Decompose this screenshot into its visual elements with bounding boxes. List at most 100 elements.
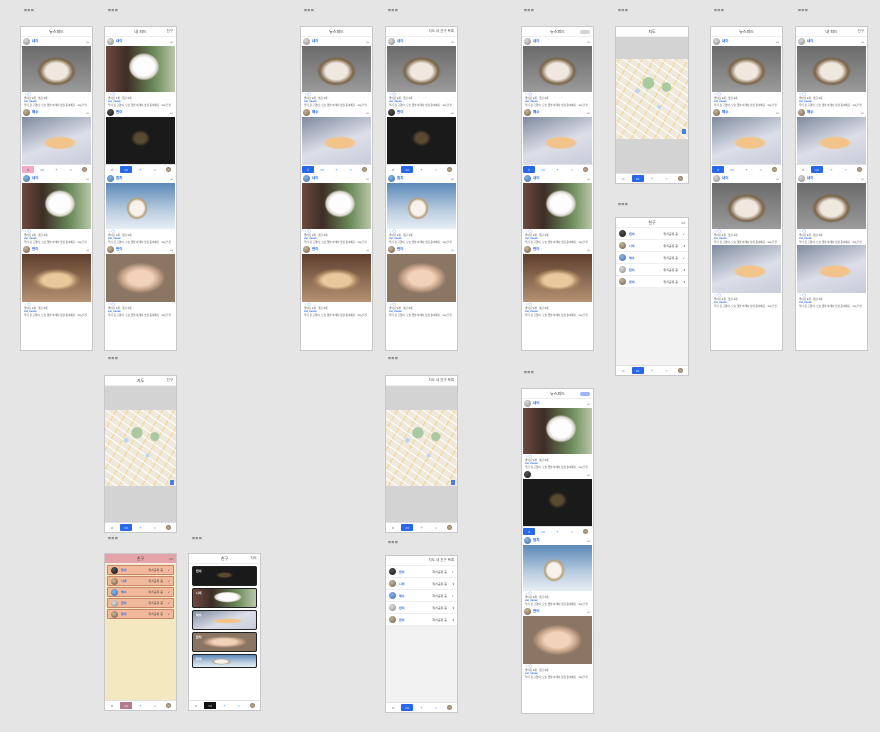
avatar[interactable] (303, 109, 310, 116)
feed-icon[interactable]: ▭ (204, 702, 217, 709)
post-photo[interactable] (523, 117, 592, 164)
home-icon[interactable]: ⌂ (617, 175, 629, 182)
post-photo[interactable] (106, 117, 175, 164)
profile-avatar-icon[interactable] (675, 367, 687, 374)
search-icon[interactable]: ○ (149, 166, 161, 173)
more-dots-icon[interactable]: ••• (587, 111, 590, 115)
search-icon[interactable]: ○ (430, 524, 442, 531)
map-link[interactable]: 지도 (251, 556, 257, 561)
username[interactable]: 해수 (807, 110, 813, 115)
search-icon[interactable]: ○ (840, 166, 852, 173)
post-photo[interactable] (797, 245, 866, 293)
avatar[interactable] (713, 38, 720, 45)
add-icon[interactable]: + (551, 528, 563, 535)
avatar[interactable] (524, 109, 531, 116)
profile-avatar-icon[interactable] (769, 166, 781, 173)
post-photo[interactable] (302, 46, 371, 92)
home-icon[interactable]: ⌂ (190, 702, 202, 709)
more-dots-icon[interactable]: ••• (587, 473, 590, 477)
username[interactable]: 내이 (722, 176, 728, 181)
avatar[interactable] (388, 109, 395, 116)
more-dots-icon[interactable]: ••• (861, 177, 864, 181)
friend-row[interactable]: 나비 위치공유 중 ▾ (386, 578, 457, 590)
feed-icon[interactable]: ▭ (316, 166, 328, 173)
more-dots-icon[interactable]: ••• (451, 177, 454, 181)
friend-row[interactable]: 찐이 위치공유 중 ✓ (107, 609, 174, 619)
post-photo[interactable] (106, 46, 175, 92)
username[interactable]: 해수 (312, 110, 318, 115)
add-icon[interactable]: + (330, 166, 342, 173)
zoom-control-icon[interactable] (682, 129, 686, 134)
username[interactable]: 참치 (116, 176, 122, 181)
username[interactable]: 내이 (533, 401, 539, 406)
post-photo[interactable] (387, 117, 456, 164)
post-photo[interactable] (22, 46, 91, 92)
post-photo[interactable] (712, 117, 781, 164)
friend-row[interactable]: 해수 위치공유 중 ✓ (616, 252, 688, 264)
friend-card[interactable]: 나비 (192, 588, 257, 608)
post-photo[interactable] (523, 46, 592, 92)
more-dots-icon[interactable]: ••• (366, 177, 369, 181)
more-dots-icon[interactable]: ••• (451, 40, 454, 44)
more-dots-icon[interactable]: ••• (776, 40, 779, 44)
location-toggle[interactable] (580, 30, 590, 34)
map-view[interactable] (616, 59, 688, 139)
profile-avatar-icon[interactable] (444, 166, 456, 173)
feed-icon[interactable]: ▭ (811, 166, 824, 173)
search-icon[interactable]: ○ (430, 704, 442, 711)
search-icon[interactable]: ○ (566, 528, 578, 535)
username[interactable]: 내이 (32, 39, 38, 44)
post-header[interactable]: 내이 ••• (105, 37, 176, 46)
username[interactable]: 찐이 (32, 247, 38, 252)
username[interactable]: 내이 (312, 39, 318, 44)
more-dots-icon[interactable]: ••• (587, 40, 590, 44)
post-photo[interactable] (302, 254, 371, 302)
post-header[interactable]: 해수 ••• (301, 108, 372, 117)
more-dots-icon[interactable]: ••• (776, 177, 779, 181)
post-photo[interactable] (712, 46, 781, 92)
post-header[interactable]: 내이 ••• (522, 399, 593, 408)
more-dots-icon[interactable]: ••• (366, 40, 369, 44)
more-dots-icon[interactable]: ••• (451, 248, 454, 252)
post-header[interactable]: 내이 ••• (711, 174, 782, 183)
friends-link[interactable]: 친구 (858, 29, 864, 34)
add-icon[interactable]: + (825, 166, 837, 173)
post-header[interactable]: 찐이 ••• (105, 245, 176, 254)
home-icon[interactable]: ⌂ (106, 702, 118, 709)
profile-avatar-icon[interactable] (675, 175, 687, 182)
username[interactable]: 내이 (807, 39, 813, 44)
username[interactable]: 내이 (397, 39, 403, 44)
more-dots-icon[interactable]: ••• (681, 221, 685, 225)
more-dots-icon[interactable]: ••• (366, 111, 369, 115)
friend-row[interactable]: 나비 위치공유 중 ✓ (107, 576, 174, 586)
avatar[interactable] (388, 175, 395, 182)
avatar[interactable] (23, 175, 30, 182)
top-links[interactable]: 지도 내 친구 목록 (429, 558, 454, 563)
username[interactable]: 내이 (32, 176, 38, 181)
location-toggle[interactable] (580, 392, 590, 396)
add-icon[interactable]: + (415, 704, 427, 711)
post-photo[interactable] (106, 183, 175, 229)
add-icon[interactable]: + (415, 166, 427, 173)
home-icon[interactable]: ⌂ (523, 528, 536, 535)
friend-row[interactable]: 찐이 위치공유 중 ▾ (386, 614, 457, 626)
avatar[interactable] (524, 246, 531, 253)
username[interactable]: 참치 (397, 176, 403, 181)
avatar[interactable] (388, 246, 395, 253)
more-dots-icon[interactable]: ••• (86, 177, 89, 181)
profile-avatar-icon[interactable] (163, 166, 175, 173)
friend-row[interactable]: 나비 위치공유 중 ▾ (616, 240, 688, 252)
post-photo[interactable] (523, 183, 592, 229)
friend-row[interactable]: 참치 위치공유 중 ▾ (616, 264, 688, 276)
friend-row[interactable]: 해수 위치공유 중 ✓ (107, 587, 174, 597)
friend-card[interactable]: 찐이 (192, 566, 257, 586)
post-photo[interactable] (797, 183, 866, 229)
post-header[interactable]: 찐이 ••• (301, 245, 372, 254)
friend-row[interactable]: 찐이 위치공유 중 ▾ (616, 276, 688, 288)
avatar[interactable] (107, 109, 114, 116)
profile-avatar-icon[interactable] (163, 702, 175, 709)
friend-row[interactable]: 찐이 위치공유 중 ✓ (107, 565, 174, 575)
avatar[interactable] (798, 38, 805, 45)
add-icon[interactable]: + (134, 524, 146, 531)
post-header[interactable]: 참치 ••• (105, 174, 176, 183)
